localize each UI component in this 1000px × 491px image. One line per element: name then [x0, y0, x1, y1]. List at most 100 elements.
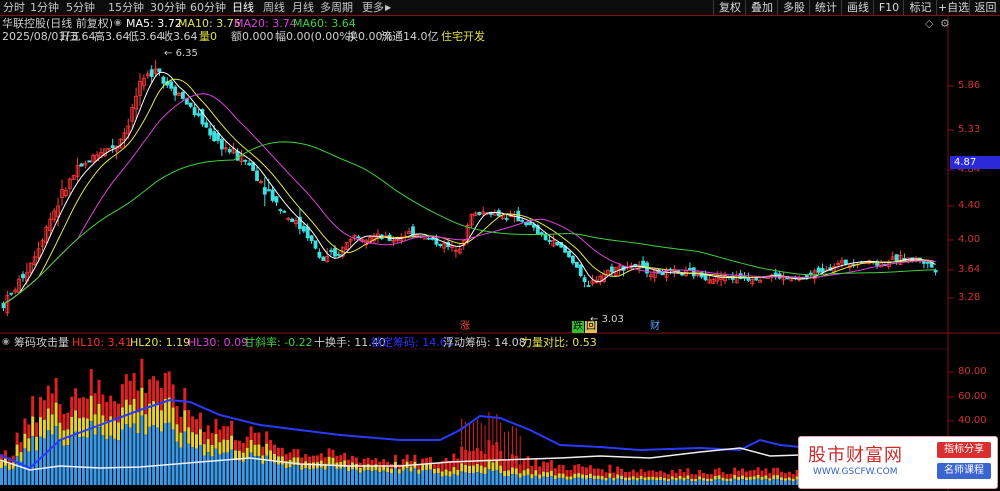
volume-bar-red — [760, 470, 764, 477]
volume-bar-red — [776, 467, 780, 476]
toolbar-button-3[interactable]: 统计 — [809, 0, 842, 15]
settings-diamond-icon[interactable]: ◇ — [925, 17, 933, 30]
volume-bar-blue — [74, 431, 78, 485]
volume-bar-yellow — [612, 477, 616, 481]
volume-bar-red — [85, 398, 89, 419]
event-marker-2[interactable]: 回 — [585, 321, 597, 333]
period-tab-8[interactable]: 月线 — [292, 0, 314, 15]
volume-bar-red — [132, 373, 136, 399]
ind-legend-item-2: HL30: 0.09 — [188, 336, 249, 349]
volume-bar-yellow — [117, 422, 120, 441]
period-tab-9[interactable]: 多周期 — [320, 0, 353, 15]
volume-bar-blue — [15, 456, 19, 485]
volume-bar-blue — [569, 479, 573, 485]
ma-legend-item-3: MA60: 3.64 — [293, 17, 356, 30]
candle-body — [586, 285, 591, 287]
volume-bar-red — [257, 432, 261, 445]
indicator-title[interactable]: 筹码攻击量 — [14, 336, 69, 349]
volume-bar-blue — [464, 472, 468, 485]
volume-bar-red — [269, 439, 273, 451]
volume-bar-blue — [35, 450, 39, 485]
volume-bar-red — [276, 447, 280, 457]
volume-bar-blue — [261, 463, 265, 485]
stock-name[interactable]: 华联控股(日线 前复权) — [2, 17, 113, 30]
candle-body — [216, 133, 220, 141]
candle-body — [820, 268, 825, 273]
volume-bar-red — [549, 460, 553, 471]
volume-bar-blue — [113, 438, 117, 485]
indicator-expand-icon[interactable]: ◉ — [2, 336, 10, 349]
volume-bar-red — [214, 418, 218, 435]
volume-bar-yellow — [226, 439, 230, 453]
volume-bar-yellow — [183, 410, 187, 432]
volume-bar-red — [674, 472, 678, 478]
volume-bar-blue — [226, 452, 230, 485]
toolbar: 分时 1分钟 5分钟 15分钟 30分钟 60分钟 日线 周线 月线 多周期 更多 ▶ 复权 叠加 多股 统计… — [0, 0, 1000, 16]
period-tab-3[interactable]: 15分钟 — [108, 0, 144, 15]
volume-bar-red — [50, 393, 54, 415]
toolbar-button-1[interactable]: 叠加 — [745, 0, 778, 15]
volume-bar-red — [191, 416, 195, 433]
volume-bar-blue — [7, 469, 11, 485]
volume-bar-blue — [280, 464, 284, 485]
candle-body — [169, 81, 174, 89]
volume-bar-yellow — [659, 476, 663, 481]
toolbar-button-0[interactable]: 复权 — [713, 0, 746, 15]
volume-bar-yellow — [713, 476, 717, 480]
volume-bar-yellow — [514, 468, 518, 475]
volume-bar-yellow — [366, 464, 370, 471]
toolbar-button-6[interactable]: 标记 — [903, 0, 937, 15]
candle-body — [290, 218, 295, 223]
toolbar-button-4[interactable]: 画线 — [841, 0, 874, 15]
volume-bar-red — [319, 453, 323, 461]
volume-bar-blue — [81, 436, 85, 485]
volume-bar-blue — [522, 475, 526, 485]
event-marker-0[interactable]: 涨 — [459, 321, 471, 333]
candle-body — [610, 266, 614, 273]
volume-bar-blue — [405, 468, 409, 485]
volume-bar-yellow — [78, 418, 81, 438]
toolbar-button-5[interactable]: F10 — [873, 0, 904, 15]
volume-bar-yellow — [666, 478, 670, 482]
volume-bar-yellow — [386, 467, 390, 473]
settings-gear-icon[interactable]: ⚙ — [940, 17, 950, 30]
volume-bar-red — [128, 380, 132, 405]
volume-bar-blue — [647, 479, 651, 485]
period-tab-10[interactable]: 更多 — [362, 0, 384, 15]
period-tab-0[interactable]: 分时 — [3, 0, 25, 15]
period-tab-5[interactable]: 60分钟 — [190, 0, 226, 15]
period-tab-4[interactable]: 30分钟 — [150, 0, 186, 15]
volume-bar-red — [783, 473, 787, 479]
period-tab-1[interactable]: 1分钟 — [30, 0, 59, 15]
volume-bar-red — [117, 403, 120, 423]
period-tab-2[interactable]: 5分钟 — [66, 0, 95, 15]
toolbar-button-2[interactable]: 多股 — [777, 0, 810, 15]
candle-body — [746, 277, 751, 281]
volume-bar-yellow — [507, 470, 510, 477]
volume-bar-blue — [304, 468, 308, 485]
expand-icon[interactable]: ◉ — [114, 17, 122, 30]
volume-bar-yellow — [588, 473, 592, 479]
volume-bar-blue — [58, 440, 62, 485]
period-tab-7[interactable]: 周线 — [263, 0, 285, 15]
volume-bar-blue — [588, 478, 592, 485]
volume-bar-blue — [382, 470, 386, 485]
price-axis-label: 4.00 — [958, 234, 981, 245]
toolbar-button-8[interactable]: 返回 — [969, 0, 1000, 15]
more-caret-icon[interactable]: ▶ — [385, 0, 391, 15]
event-marker-3[interactable]: 财 — [649, 321, 661, 333]
volume-bar-red — [144, 393, 148, 415]
volume-bar-blue — [93, 434, 97, 485]
volume-bar-yellow — [27, 438, 31, 452]
volume-bar-yellow — [783, 478, 787, 481]
volume-bar-blue — [292, 465, 296, 485]
period-tab-6[interactable]: 日线 — [232, 0, 254, 15]
volume-bar-blue — [366, 470, 370, 485]
volume-bar-red — [124, 374, 128, 400]
volume-bar-red — [627, 471, 631, 478]
event-marker-1[interactable]: 跌 — [572, 321, 584, 333]
toolbar-button-7[interactable]: +自选 — [936, 0, 970, 15]
ind-legend-item-6: 浮动筹码: 14.08 — [443, 336, 526, 349]
candle-body — [933, 269, 938, 273]
volume-bar-red — [230, 420, 234, 436]
